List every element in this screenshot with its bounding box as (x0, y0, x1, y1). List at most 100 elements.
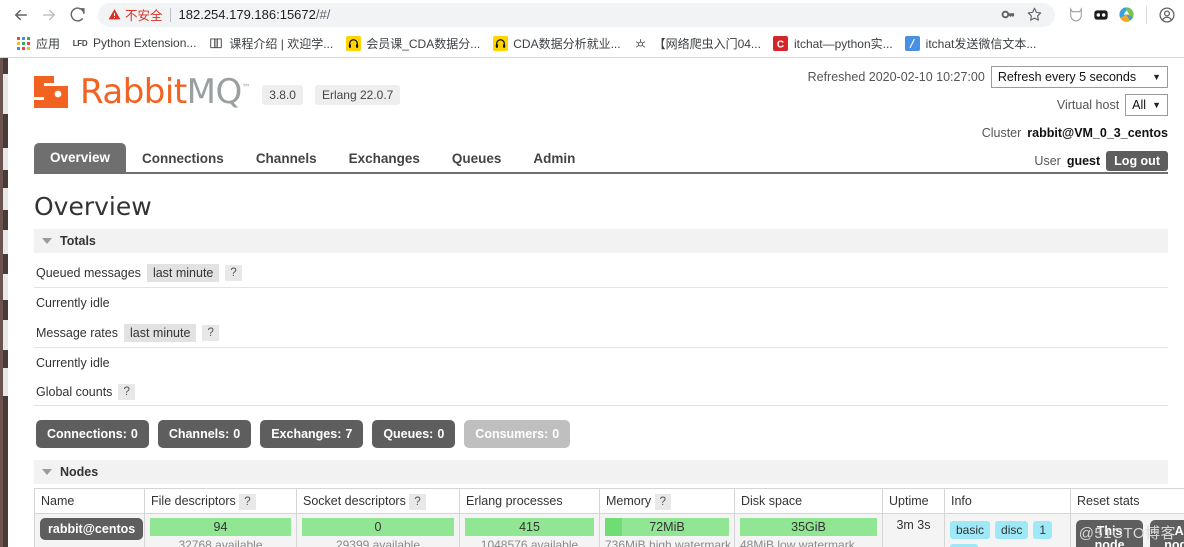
bookmark-apps[interactable]: 应用 (9, 33, 66, 54)
queued-messages-period[interactable]: last minute (147, 264, 219, 282)
book-icon (208, 35, 224, 51)
socket-descriptors-note: 29399 available (302, 536, 454, 547)
lfd-icon: LFD (72, 35, 88, 51)
count-value: 0 (437, 427, 444, 441)
message-rates-period[interactable]: last minute (124, 324, 196, 342)
socket-descriptors-bar: 0 (302, 518, 454, 536)
app-title: RabbitMQ™ (80, 76, 250, 108)
headphone-icon (492, 35, 508, 51)
fox-icon[interactable] (1067, 6, 1085, 24)
bookmark-course-intro[interactable]: 课程介绍 | 欢迎学... (202, 33, 339, 54)
help-icon[interactable]: ? (409, 494, 425, 510)
profile-icon[interactable] (1158, 6, 1176, 24)
nodes-section-label: Nodes (60, 465, 98, 479)
forward-arrow-icon[interactable] (36, 2, 62, 28)
disk-space-note: 48MiB low watermark (740, 536, 877, 547)
bookmark-member-cda[interactable]: 会员课_CDA数据分... (339, 33, 486, 54)
help-icon[interactable]: ? (655, 494, 671, 510)
info-tag-count[interactable]: 1 (1033, 521, 1052, 539)
erlang-processes-note: 1048576 available (465, 536, 594, 547)
back-arrow-icon[interactable] (8, 2, 34, 28)
cluster-row: Cluster rabbit@VM_0_3_centos (808, 122, 1168, 144)
col-file-descriptors[interactable]: File descriptors ? (145, 489, 297, 514)
chevron-down-icon: ▼ (1152, 72, 1161, 82)
count-channels[interactable]: Channels: 0 (158, 420, 251, 448)
tab-channels[interactable]: Channels (240, 145, 333, 173)
bookmark-itchat-wechat[interactable]: itchat发送微信文本... (899, 33, 1043, 54)
erlang-version-badge: Erlang 22.0.7 (315, 85, 400, 105)
memory-note: 736MiB high watermark (605, 536, 729, 547)
star-icon[interactable] (1023, 4, 1045, 26)
totals-section-header[interactable]: Totals (34, 229, 1168, 253)
col-name[interactable]: Name (35, 489, 145, 514)
memory-bar: 72MiB (605, 518, 729, 536)
cell-erlang-processes: 415 1048576 available (460, 514, 600, 547)
queued-messages-header: Queued messages last minute ? (34, 257, 1168, 288)
message-rates-idle: Currently idle (34, 348, 1168, 377)
col-disk-space[interactable]: Disk space (735, 489, 883, 514)
tab-admin[interactable]: Admin (517, 145, 591, 173)
help-icon[interactable]: ? (118, 384, 134, 400)
message-rates-label: Message rates (36, 326, 118, 340)
bookmark-python-extension[interactable]: LFD Python Extension... (66, 33, 202, 53)
tab-queues[interactable]: Queues (436, 145, 518, 173)
browser-chrome: 不安全 182.254.179.186:15672/#/ (0, 0, 1184, 58)
nodes-section-header[interactable]: Nodes (34, 460, 1168, 484)
totals-section-label: Totals (60, 234, 96, 248)
cell-socket-descriptors: 0 29399 available (297, 514, 460, 547)
toolbar-divider (1146, 6, 1147, 24)
count-exchanges[interactable]: Exchanges: 7 (260, 420, 363, 448)
bookmark-label: 课程介绍 | 欢迎学... (229, 35, 333, 52)
help-icon[interactable]: ? (225, 265, 241, 281)
svg-text:C: C (777, 39, 784, 50)
bookmark-itchat-python[interactable]: C itchat—python实... (767, 33, 899, 54)
cluster-value: rabbit@VM_0_3_centos (1027, 126, 1168, 140)
count-label: Channels: (169, 427, 229, 441)
col-socket-descriptors[interactable]: Socket descriptors ? (297, 489, 460, 514)
refreshed-timestamp: Refreshed 2020-02-10 10:27:00 (808, 70, 985, 84)
rabbitmq-logo-icon (34, 76, 68, 108)
col-reset-stats[interactable]: Reset stats (1071, 489, 1184, 514)
help-icon[interactable]: ? (202, 325, 218, 341)
col-erlang-processes[interactable]: Erlang processes (460, 489, 600, 514)
help-icon[interactable]: ? (239, 494, 255, 510)
count-connections[interactable]: Connections: 0 (36, 420, 149, 448)
tab-overview[interactable]: Overview (34, 143, 126, 173)
col-uptime[interactable]: Uptime (883, 489, 945, 514)
dark-reader-icon[interactable] (1092, 6, 1110, 24)
idm-icon[interactable] (1117, 6, 1135, 24)
spider-icon (633, 35, 649, 51)
count-consumers[interactable]: Consumers: 0 (464, 420, 570, 448)
browser-toolbar: 不安全 182.254.179.186:15672/#/ (0, 0, 1184, 29)
chevron-down-icon (42, 238, 52, 244)
bookmark-cda-analysis[interactable]: CDA数据分析就业... (486, 33, 626, 54)
col-info[interactable]: Info (945, 489, 1071, 514)
count-label: Exchanges: (271, 427, 341, 441)
global-counts-row: Connections: 0 Channels: 0 Exchanges: 7 … (34, 406, 1168, 460)
reload-icon[interactable] (64, 2, 90, 28)
key-icon[interactable] (997, 4, 1019, 26)
refresh-interval-value: Refresh every 5 seconds (998, 70, 1136, 84)
virtual-host-select[interactable]: All ▼ (1125, 94, 1168, 116)
tab-exchanges[interactable]: Exchanges (333, 145, 436, 173)
info-tag-basic[interactable]: basic (950, 521, 990, 539)
bookmark-web-crawler[interactable]: 【网络爬虫入门04... (627, 33, 767, 54)
info-tag-disc[interactable]: disc (995, 521, 1028, 539)
count-value: 0 (131, 427, 138, 441)
address-bar[interactable]: 不安全 182.254.179.186:15672/#/ (98, 3, 1055, 27)
disk-space-bar: 35GiB (740, 518, 877, 536)
bookmark-label: itchat发送微信文本... (926, 35, 1037, 52)
omnibox-divider (170, 8, 171, 22)
page-title: Overview (34, 192, 1168, 221)
count-queues[interactable]: Queues: 0 (372, 420, 455, 448)
message-rates-header: Message rates last minute ? (34, 317, 1168, 348)
vhost-row: Virtual host All ▼ (808, 94, 1168, 116)
col-memory[interactable]: Memory ? (600, 489, 735, 514)
count-value: 0 (552, 427, 559, 441)
node-name-link[interactable]: rabbit@centos (40, 518, 143, 540)
bookmark-label: 应用 (36, 35, 60, 52)
tab-connections[interactable]: Connections (126, 145, 240, 173)
main-content: Overview Totals Queued messages last min… (8, 192, 1184, 547)
cell-uptime: 3m 3s (883, 514, 945, 547)
refresh-interval-select[interactable]: Refresh every 5 seconds ▼ (991, 66, 1168, 88)
